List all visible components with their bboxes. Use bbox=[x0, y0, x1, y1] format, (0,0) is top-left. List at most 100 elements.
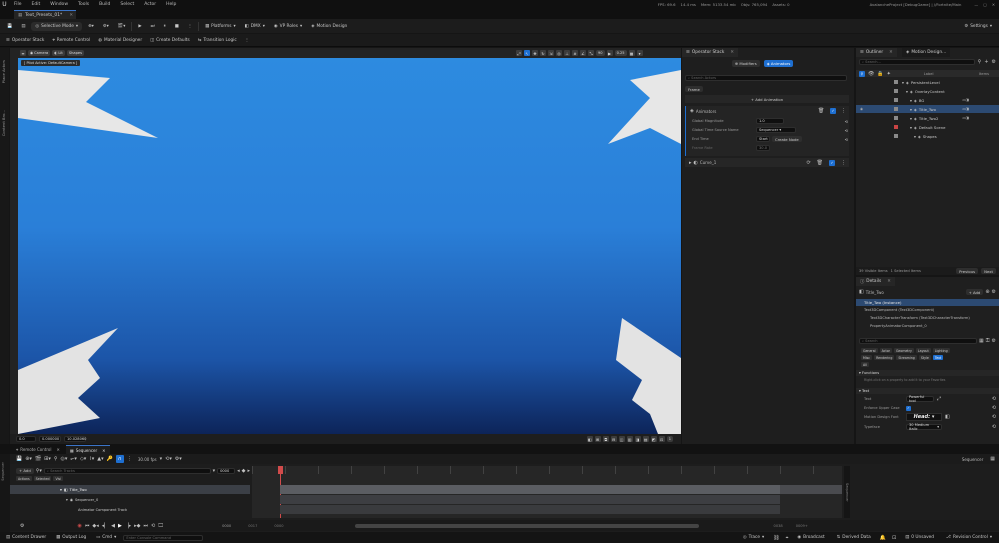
viewport-canvas[interactable]: [ Pilot Active: DefaultCamera ] bbox=[18, 58, 681, 434]
close-tab-icon[interactable]: ✕ bbox=[102, 448, 105, 453]
curve-editor-icon[interactable]: ⌇▾ bbox=[89, 456, 94, 462]
chip-general[interactable]: General bbox=[861, 348, 878, 353]
end-time-field[interactable]: Start bbox=[756, 136, 770, 142]
camera-button[interactable]: ◉ Camera bbox=[28, 50, 51, 56]
outliner-row[interactable]: ▾ ◈ Default Scene bbox=[856, 123, 999, 131]
tab-remote-control[interactable]: ⌖ Remote Control ✕ bbox=[12, 445, 64, 454]
coord-y-field[interactable]: 0.000000 bbox=[39, 436, 61, 442]
reset-icon[interactable]: ⟲ bbox=[992, 414, 996, 420]
chip-layout[interactable]: Layout bbox=[915, 348, 931, 353]
bottom-tool-icon-10[interactable]: ⊡ bbox=[658, 436, 665, 442]
close-icon[interactable]: ✕ bbox=[992, 2, 995, 7]
current-frame-field[interactable]: 0000 bbox=[217, 467, 236, 474]
timeline-scrollbar[interactable] bbox=[354, 523, 699, 528]
remote-control-button[interactable]: ⌖ Remote Control bbox=[49, 36, 93, 45]
outliner-search-input[interactable]: ⌕ Search... bbox=[859, 59, 975, 65]
next-key-icon[interactable]: ▸◆ bbox=[134, 523, 140, 529]
key-icon[interactable]: 🔑 bbox=[107, 456, 113, 462]
expand-arrow-icon[interactable]: ▾ bbox=[914, 134, 916, 139]
content-browser-tab[interactable]: Content Bro... bbox=[1, 110, 6, 136]
expand-arrow-icon[interactable]: ▾ bbox=[910, 116, 912, 121]
bottom-tool-icon-4[interactable]: ⊟ bbox=[610, 436, 617, 442]
menu-edit[interactable]: Edit bbox=[27, 2, 46, 7]
cmd-dropdown[interactable]: ▭ Cmd ▾ bbox=[93, 533, 119, 542]
shapes-button[interactable]: Shapes bbox=[66, 50, 84, 56]
jump-end-icon[interactable]: ⏭ bbox=[144, 523, 149, 529]
save-sequence-icon[interactable]: 💾 bbox=[16, 456, 22, 462]
component-row[interactable]: Text3DCharacterTransform (Text3DCharacte… bbox=[870, 316, 970, 320]
add-component-button[interactable]: + Add bbox=[965, 289, 984, 295]
level-viewport[interactable]: ≡ ◉ Camera ◐ Lit Shapes ⤢ ↖ ✥ ↻ ⇲ ◎ ⊥ # ∠ … bbox=[10, 48, 681, 444]
add-folder-icon[interactable]: + bbox=[984, 59, 988, 65]
maximize-viewport-icon[interactable]: ⤢ bbox=[516, 50, 522, 56]
fov-field[interactable]: 90 bbox=[596, 50, 605, 56]
selective-mode-button[interactable]: ◎ Selective Mode ▾ bbox=[31, 21, 83, 31]
reset-icon[interactable]: ⟲ bbox=[845, 137, 848, 142]
place-actors-tab[interactable]: Place Actors bbox=[1, 60, 6, 83]
menu-select[interactable]: Select bbox=[115, 2, 139, 7]
filter-icon[interactable]: ⚲ bbox=[978, 59, 982, 65]
bottom-tool-icon-6[interactable]: ▥ bbox=[626, 436, 633, 442]
reset-icon[interactable]: ⟲ bbox=[845, 128, 848, 133]
bottom-tool-icon-8[interactable]: ▤ bbox=[642, 436, 649, 442]
lit-button[interactable]: ◐ Lit bbox=[52, 50, 65, 56]
close-tab-icon[interactable]: ✕ bbox=[56, 447, 59, 452]
snap-magnet-icon[interactable]: ∩ bbox=[115, 455, 124, 463]
play-options-button[interactable]: ⋮ bbox=[185, 22, 195, 31]
next-button[interactable]: Next bbox=[981, 268, 996, 274]
curve-enabled-checkbox[interactable]: ✓ bbox=[829, 159, 835, 166]
more-options-icon[interactable]: ⋮ bbox=[841, 108, 846, 114]
outliner-row[interactable]: ▾ ◈ Shapes bbox=[856, 132, 999, 140]
delete-icon[interactable]: 🗑 bbox=[818, 108, 824, 114]
close-tab-icon[interactable]: ✕ bbox=[69, 13, 73, 18]
previous-button[interactable]: Previous bbox=[956, 268, 979, 274]
add-actor-button[interactable]: ⊕▾ bbox=[85, 22, 97, 31]
search-options-icon[interactable]: ▾ bbox=[213, 468, 216, 474]
font-browse-icon[interactable]: ◧ bbox=[945, 414, 950, 420]
broadcast-button[interactable]: ◉ Broadcast bbox=[794, 533, 827, 542]
playhead-handle[interactable] bbox=[278, 466, 283, 474]
key-add-icon[interactable]: ◆ bbox=[242, 468, 246, 474]
create-node-button[interactable]: Create Node bbox=[772, 136, 802, 142]
fps-dropdown[interactable]: 30.00 fps bbox=[138, 457, 157, 462]
revision-control-button[interactable]: ⎇ Revision Control ▾ bbox=[943, 533, 995, 542]
enforce-upper-checkbox[interactable]: ✓ bbox=[906, 405, 911, 411]
track-search-input[interactable]: ⌕ Search Tracks bbox=[43, 467, 211, 474]
outliner-row[interactable]: ▾ ◈ PersistentLevel bbox=[856, 78, 999, 86]
grid-view-icon[interactable]: ▦ bbox=[979, 338, 984, 344]
start-frame-field[interactable]: 0000 bbox=[222, 524, 231, 528]
sequencer-settings-icon[interactable]: ⚙ bbox=[20, 523, 24, 529]
chip-style[interactable]: Style bbox=[918, 355, 931, 360]
instance-row[interactable]: Title_Two (Instance) bbox=[856, 299, 999, 306]
add-track-button[interactable]: + Add bbox=[16, 467, 34, 474]
viewport-menu-icon[interactable]: ≡ bbox=[20, 50, 26, 56]
layout-icon[interactable]: ▦ bbox=[628, 50, 635, 56]
create-defaults-button[interactable]: ◫ Create Defaults bbox=[147, 36, 193, 45]
translate-icon[interactable]: ✥ bbox=[532, 50, 538, 56]
key-prev-icon[interactable]: ◂ bbox=[237, 468, 240, 474]
stop-button[interactable]: ■ bbox=[172, 22, 182, 31]
tangent-icon[interactable]: ▲▾ bbox=[97, 456, 103, 462]
tab-details[interactable]: ⓘ Details ✕ bbox=[856, 277, 895, 286]
scale-snap-icon[interactable]: ⤡ bbox=[588, 50, 594, 56]
pin-icon[interactable]: ✦ bbox=[887, 71, 891, 77]
font-preview-dropdown[interactable]: Head: ▾ bbox=[906, 413, 942, 421]
pause-button[interactable]: ⏸ bbox=[161, 22, 169, 31]
surface-snap-icon[interactable]: ⊥ bbox=[564, 50, 570, 56]
trace-button[interactable]: ◎ Trace ▾ bbox=[740, 533, 767, 542]
outliner-row[interactable]: ▾ ◈ Title_Two2 ▭◨ bbox=[856, 114, 999, 122]
transition-logic-button[interactable]: ⇆ Transition Logic bbox=[195, 36, 240, 45]
animator-track-bar[interactable] bbox=[280, 505, 780, 514]
details-options-icon[interactable]: ⚙ bbox=[992, 338, 996, 344]
grid-snap-icon[interactable]: # bbox=[572, 50, 578, 56]
animators-button[interactable]: ◈ Animators bbox=[763, 60, 794, 67]
col-items[interactable]: Items bbox=[979, 72, 989, 76]
tag-visi[interactable]: Visi bbox=[53, 476, 64, 481]
bottom-tool-icon-7[interactable]: ◨ bbox=[634, 436, 641, 442]
menu-actor[interactable]: Actor bbox=[139, 2, 161, 7]
maximize-icon[interactable]: ▢ bbox=[983, 2, 987, 7]
select-mode-icon[interactable]: ↖ bbox=[524, 50, 530, 56]
operator-stack-button[interactable]: ☰ Operator Stack bbox=[3, 36, 47, 45]
cinematics-button[interactable]: 🎬▾ bbox=[115, 22, 129, 31]
chat-icon[interactable]: ⌖ bbox=[786, 535, 789, 541]
